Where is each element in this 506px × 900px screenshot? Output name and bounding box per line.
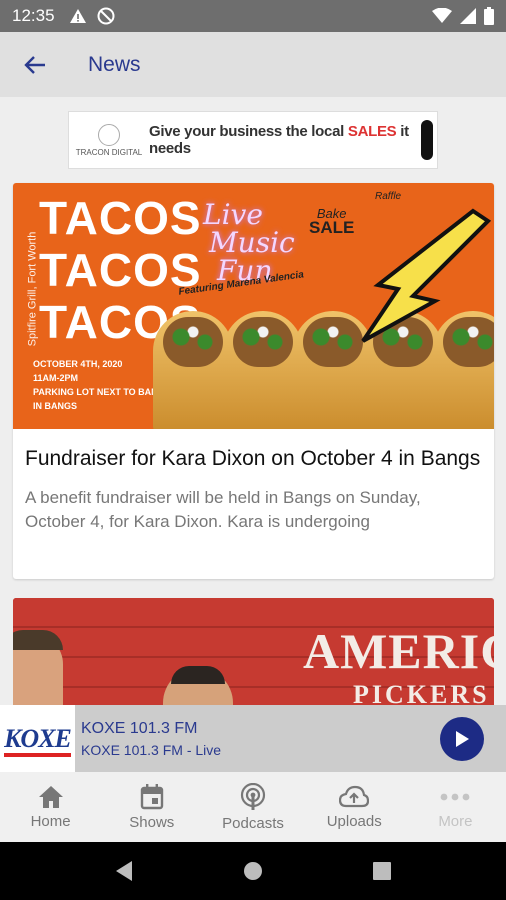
nav-uploads-label: Uploads bbox=[326, 812, 382, 830]
news-card[interactable]: AMERICAN PICKERS bbox=[13, 598, 494, 705]
nav-more[interactable]: More bbox=[405, 772, 506, 842]
ad-banner[interactable]: TRACON DIGITAL Give your business the lo… bbox=[68, 111, 438, 169]
calendar-icon bbox=[140, 783, 163, 809]
nav-shows-label: Shows bbox=[129, 813, 175, 831]
back-icon[interactable] bbox=[114, 860, 134, 882]
play-icon bbox=[456, 730, 469, 747]
warning-icon bbox=[69, 9, 86, 23]
microphone-icon bbox=[420, 120, 433, 160]
mini-player[interactable]: KOXE KOXE 101.3 FM KOXE 101.3 FM - Live bbox=[0, 705, 506, 772]
podcast-icon bbox=[240, 782, 266, 810]
article-summary: A benefit fundraiser will be held in Ban… bbox=[25, 488, 421, 531]
ad-logo: TRACON DIGITAL bbox=[69, 123, 149, 157]
cloud-upload-icon bbox=[339, 785, 370, 807]
show-title-line1: AMERICAN bbox=[303, 623, 494, 679]
station-logo: KOXE bbox=[0, 705, 75, 772]
no-sync-icon bbox=[97, 7, 115, 25]
ad-logo-mark-icon bbox=[97, 123, 120, 146]
news-card[interactable]: TACOS TACOS TACOS Spitfire Grill, Fort W… bbox=[13, 183, 494, 579]
person-image bbox=[13, 630, 63, 705]
battery-icon bbox=[484, 7, 494, 25]
station-logo-text: KOXE bbox=[4, 723, 72, 757]
venue-side-text: Spitfire Grill, Fort Worth bbox=[26, 231, 39, 347]
back-button[interactable] bbox=[0, 32, 70, 97]
home-icon bbox=[38, 785, 63, 808]
play-button[interactable] bbox=[440, 716, 484, 761]
ad-text: Give your business the local SALES it ne… bbox=[148, 123, 409, 157]
nav-more-label: More bbox=[438, 812, 473, 830]
page-title: News bbox=[88, 52, 141, 76]
article-image: TACOS TACOS TACOS Spitfire Grill, Fort W… bbox=[13, 183, 494, 429]
system-nav-bar bbox=[0, 842, 506, 900]
bottom-nav: Home Shows Podcasts Uploads More bbox=[0, 772, 506, 842]
article-title: Fundraiser for Kara Dixon on October 4 i… bbox=[25, 447, 481, 470]
wifi-icon bbox=[432, 8, 452, 23]
more-icon bbox=[441, 793, 470, 800]
signal-icon bbox=[460, 8, 476, 24]
player-info: KOXE 101.3 FM KOXE 101.3 FM - Live bbox=[81, 720, 221, 758]
status-bar: 12:35 bbox=[0, 0, 506, 32]
nav-home-label: Home bbox=[30, 812, 71, 830]
player-subtitle: KOXE 101.3 FM - Live bbox=[81, 741, 222, 758]
app-bar: News bbox=[0, 32, 506, 97]
nav-home[interactable]: Home bbox=[0, 772, 101, 842]
news-feed[interactable]: TRACON DIGITAL Give your business the lo… bbox=[0, 97, 506, 705]
status-time: 12:35 bbox=[12, 6, 55, 25]
arrow-back-icon bbox=[24, 55, 45, 74]
nav-podcasts-label: Podcasts bbox=[222, 814, 284, 832]
ad-brand: TRACON DIGITAL bbox=[75, 147, 143, 157]
recents-icon[interactable] bbox=[372, 861, 392, 881]
player-station: KOXE 101.3 FM bbox=[81, 719, 198, 737]
nav-shows[interactable]: Shows bbox=[101, 772, 202, 842]
nav-uploads[interactable]: Uploads bbox=[304, 772, 405, 842]
nav-podcasts[interactable]: Podcasts bbox=[202, 772, 303, 842]
taco-word: TACOS bbox=[39, 192, 202, 244]
show-title-line2: PICKERS bbox=[353, 680, 490, 705]
lightning-bolt-icon bbox=[361, 208, 492, 343]
home-circle-icon[interactable] bbox=[242, 860, 264, 882]
